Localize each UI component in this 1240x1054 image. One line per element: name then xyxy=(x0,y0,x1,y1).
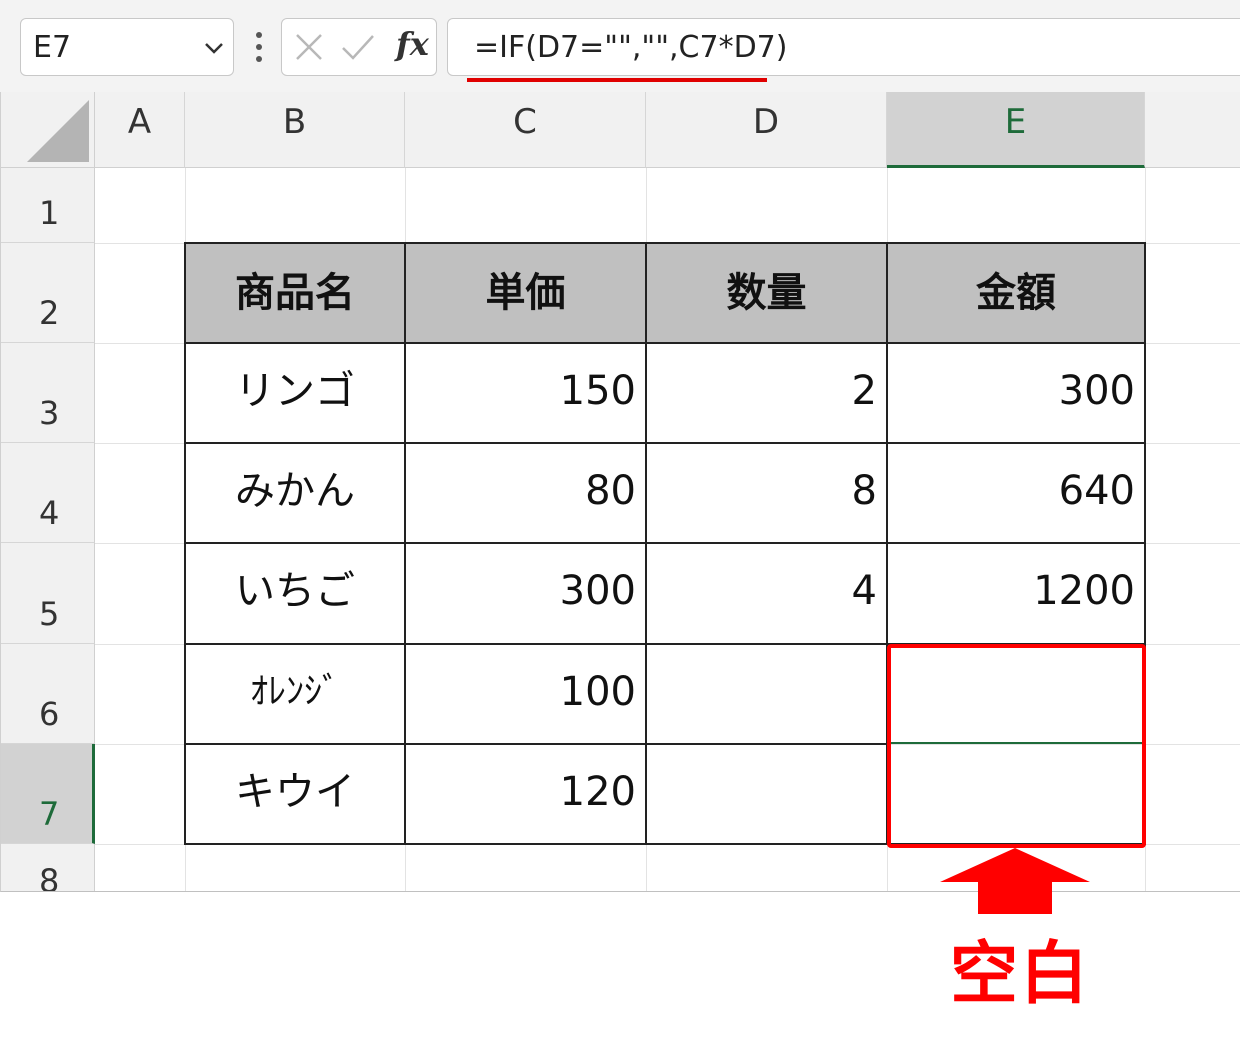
cell-c7[interactable]: 120 xyxy=(405,744,646,844)
row-header-4[interactable]: 4 xyxy=(1,443,95,543)
chevron-down-icon[interactable] xyxy=(203,37,225,59)
arrow-up-icon xyxy=(940,848,1090,914)
cell-c3[interactable]: 150 xyxy=(405,343,646,443)
name-box[interactable]: E7 xyxy=(20,18,234,76)
insert-function-button[interactable]: fx xyxy=(396,25,429,63)
row-header-2[interactable]: 2 xyxy=(1,243,95,343)
table-border xyxy=(185,743,887,745)
column-header-f-partial[interactable] xyxy=(1145,92,1240,168)
check-icon[interactable] xyxy=(340,32,376,62)
row-header-6[interactable]: 6 xyxy=(1,644,95,744)
table-border xyxy=(185,542,1146,544)
spreadsheet-grid: A B C D E 1 2 3 4 5 6 7 8 商品名 単価 数量 金額 リ… xyxy=(0,92,1240,892)
cell-c5[interactable]: 300 xyxy=(405,543,646,644)
table-border xyxy=(645,242,647,845)
formula-buttons: fx xyxy=(281,18,437,76)
cell-d5[interactable]: 4 xyxy=(646,543,887,644)
more-options-icon[interactable] xyxy=(249,30,269,64)
column-header-e[interactable]: E xyxy=(887,92,1145,168)
cell-d6[interactable] xyxy=(646,644,887,744)
formula-bar-area: E7 fx =IF(D7="","",C7*D7) xyxy=(0,0,1240,93)
cell-d3[interactable]: 2 xyxy=(646,343,887,443)
cell-e3[interactable]: 300 xyxy=(887,343,1145,443)
row-header-5[interactable]: 5 xyxy=(1,543,95,644)
table-border xyxy=(185,342,1146,344)
highlight-box xyxy=(887,644,1146,848)
formula-text: =IF(D7="","",C7*D7) xyxy=(474,30,788,65)
cell-b5[interactable]: いちご xyxy=(185,543,405,644)
cell-d4[interactable]: 8 xyxy=(646,443,887,543)
row-header-8[interactable]: 8 xyxy=(1,844,95,892)
column-header-a[interactable]: A xyxy=(95,92,185,168)
column-header-c[interactable]: C xyxy=(405,92,646,168)
cell-e4[interactable]: 640 xyxy=(887,443,1145,543)
cancel-icon[interactable] xyxy=(294,32,324,62)
column-header-d[interactable]: D xyxy=(646,92,887,168)
row-number: 7 xyxy=(39,795,60,833)
row-number: 6 xyxy=(39,695,60,733)
cell-d7[interactable] xyxy=(646,744,887,844)
column-header-b[interactable]: B xyxy=(185,92,405,168)
row-number: 4 xyxy=(39,494,60,532)
table-border xyxy=(184,242,186,845)
cell-e5[interactable]: 1200 xyxy=(887,543,1145,644)
cell-b6[interactable]: ｵﾚﾝｼﾞ xyxy=(185,644,405,744)
table-border xyxy=(404,242,406,845)
cell-b7[interactable]: キウイ xyxy=(185,744,405,844)
header-cell-quantity[interactable]: 数量 xyxy=(646,243,887,343)
table-border xyxy=(185,442,1146,444)
blank-annotation-label: 空白 xyxy=(950,935,1091,1014)
cell-b3[interactable]: リンゴ xyxy=(185,343,405,443)
row-number: 8 xyxy=(39,862,60,892)
select-all-triangle-icon xyxy=(27,100,89,162)
table-border xyxy=(185,242,1146,244)
row-header-7[interactable]: 7 xyxy=(1,744,95,844)
row-number: 3 xyxy=(39,394,60,432)
cell-b4[interactable]: みかん xyxy=(185,443,405,543)
row-header-3[interactable]: 3 xyxy=(1,343,95,443)
row-number: 2 xyxy=(39,294,60,332)
formula-underline xyxy=(467,78,767,82)
row-number: 5 xyxy=(39,595,60,633)
header-cell-amount[interactable]: 金額 xyxy=(887,243,1145,343)
header-cell-product[interactable]: 商品名 xyxy=(185,243,405,343)
header-cell-price[interactable]: 単価 xyxy=(405,243,646,343)
cell-c4[interactable]: 80 xyxy=(405,443,646,543)
formula-input[interactable]: =IF(D7="","",C7*D7) xyxy=(447,18,1240,76)
name-box-value: E7 xyxy=(33,30,72,65)
cell-c6[interactable]: 100 xyxy=(405,644,646,744)
row-number: 1 xyxy=(39,194,60,232)
select-all-corner[interactable] xyxy=(1,92,95,168)
row-header-1[interactable]: 1 xyxy=(1,168,95,243)
